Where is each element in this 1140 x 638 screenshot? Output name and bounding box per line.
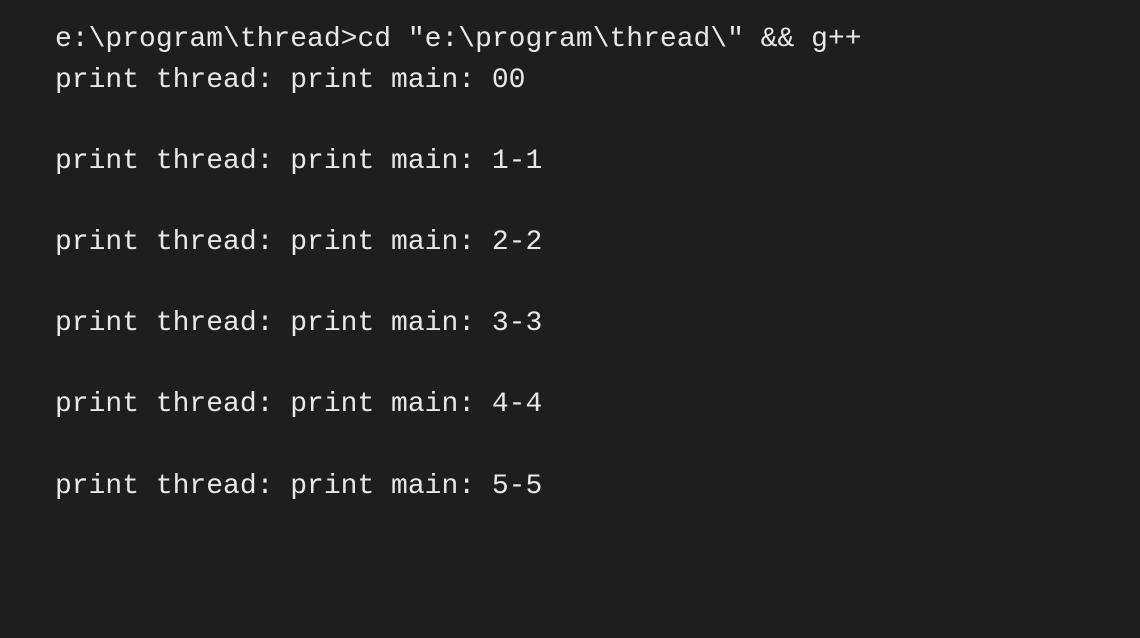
output-line — [55, 264, 1140, 305]
output-line — [55, 345, 1140, 386]
output-line: print thread: print main: 3-3 — [55, 304, 1140, 345]
terminal-output[interactable]: e:\program\thread>cd "e:\program\thread\… — [55, 20, 1140, 507]
output-line: print thread: print main: 00 — [55, 61, 1140, 102]
output-line: print thread: print main: 1-1 — [55, 142, 1140, 183]
output-line: print thread: print main: 5-5 — [55, 467, 1140, 508]
output-line — [55, 101, 1140, 142]
output-line: print thread: print main: 4-4 — [55, 385, 1140, 426]
command-prompt-line: e:\program\thread>cd "e:\program\thread\… — [55, 20, 1140, 61]
output-line — [55, 182, 1140, 223]
output-line — [55, 426, 1140, 467]
output-line: print thread: print main: 2-2 — [55, 223, 1140, 264]
